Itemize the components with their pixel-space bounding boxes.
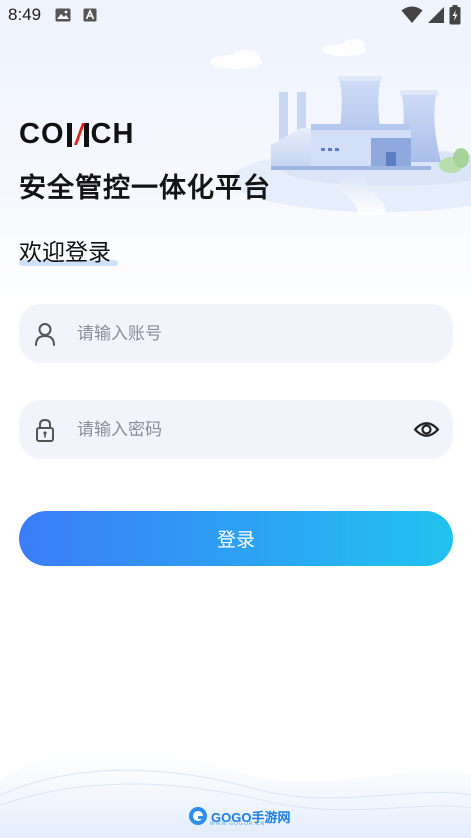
welcome-heading: 欢迎登录 (19, 233, 111, 267)
login-button[interactable]: 登录 (19, 511, 453, 566)
status-time: 8:49 (8, 5, 42, 24)
account-input[interactable] (77, 304, 397, 363)
watermark-logo: GOGO手游网 WWW.GOGOR.CN (188, 806, 290, 827)
watermark-sub: WWW.GOGOR.CN (210, 821, 266, 827)
status-bar: 8:49 (0, 0, 471, 30)
account-field[interactable] (19, 304, 453, 363)
lock-icon (32, 416, 58, 443)
gogo-logo-icon (189, 807, 207, 825)
font-notification-icon (83, 8, 97, 22)
eye-icon[interactable] (413, 417, 440, 442)
gallery-notification-icon (55, 8, 71, 22)
user-icon (32, 320, 58, 347)
password-field[interactable] (19, 400, 453, 459)
password-input[interactable] (77, 400, 397, 459)
logo-text-left: CO (19, 118, 65, 150)
welcome-text: 欢迎登录 (19, 240, 111, 266)
logo-text-right: CH (90, 118, 135, 150)
app-title: 安全管控一体化平台 (19, 173, 271, 204)
signal-icon (428, 7, 444, 23)
wifi-icon (401, 6, 423, 23)
brand-logo: CO CH (19, 118, 134, 151)
status-indicators (401, 5, 461, 25)
logo-n-mark (66, 123, 89, 147)
battery-icon (449, 5, 461, 25)
hero-banner: CO CH 安全管控一体化平台 (0, 30, 471, 220)
